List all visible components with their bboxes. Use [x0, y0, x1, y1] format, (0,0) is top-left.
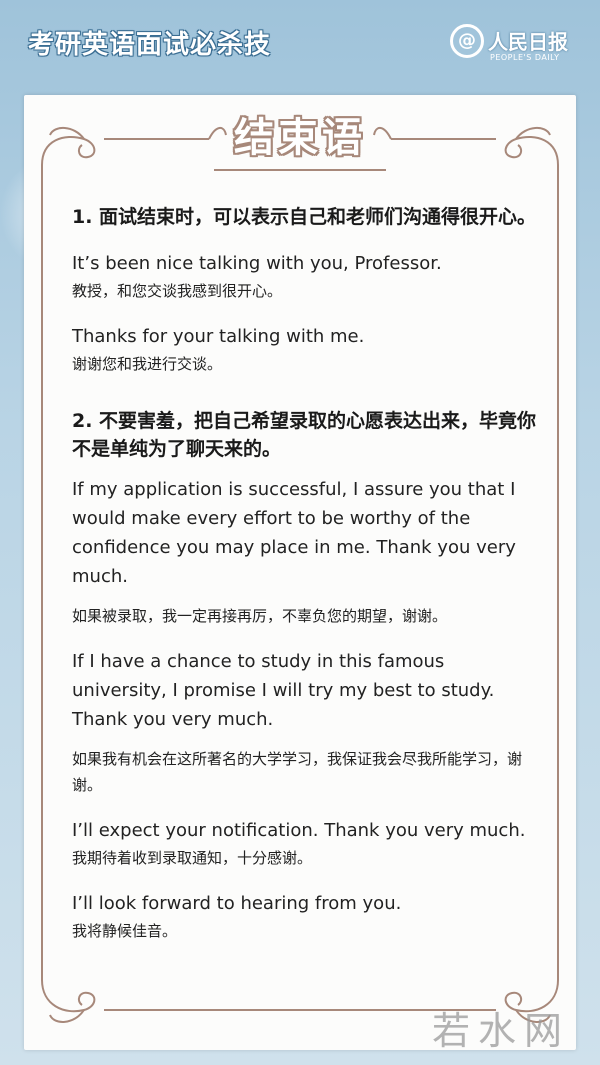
site-watermark: 若水网: [431, 1009, 570, 1053]
chinese-translation: 教授，和您交谈我感到很开心。: [72, 282, 283, 300]
section-heading-2: 2. 不要害羞，把自己希望录取的心愿表达出来，毕竟你不是单纯为了聊天来的。: [72, 410, 537, 460]
logo-text-cn: 人民日报: [488, 30, 568, 54]
chinese-translation: 我将静候佳音。: [72, 922, 178, 940]
chinese-translation: 如果我有机会在这所著名的大学学习，我保证我会尽我所能学习，谢谢。: [72, 750, 523, 794]
chinese-translation: 如果被录取，我一定再接再厉，不辜负您的期望，谢谢。: [72, 607, 448, 625]
header-banner: 考研英语面试必杀技 @ 人民日报 PEOPLE'S DAILY: [0, 0, 600, 95]
content-body: 1. 面试结束时，可以表示自己和老师们沟通得很开心。 It’s been nic…: [72, 203, 542, 944]
english-sentence: If my application is successful, I assur…: [72, 479, 516, 587]
card-title: 结束语: [234, 115, 366, 161]
content-card: 结束语 1. 面试结束时，可以表示自己和老师们沟通得很开心。 It’s been…: [24, 95, 576, 1050]
english-sentence: If I have a chance to study in this famo…: [72, 651, 495, 730]
chinese-translation: 谢谢您和我进行交谈。: [72, 355, 223, 373]
english-sentence: I’ll expect your notification. Thank you…: [72, 820, 526, 841]
peoples-daily-logo: @ 人民日报 PEOPLE'S DAILY: [450, 24, 578, 68]
logo-text-en: PEOPLE'S DAILY: [490, 53, 560, 62]
section-heading-1: 1. 面试结束时，可以表示自己和老师们沟通得很开心。: [72, 206, 537, 228]
english-sentence: It’s been nice talking with you, Profess…: [72, 253, 442, 274]
page-title: 考研英语面试必杀技: [28, 30, 272, 60]
weibo-at-icon: @: [450, 24, 484, 58]
english-sentence: I’ll look forward to hearing from you.: [72, 893, 402, 914]
chinese-translation: 我期待着收到录取通知，十分感谢。: [72, 849, 313, 867]
english-sentence: Thanks for your talking with me.: [72, 326, 365, 347]
